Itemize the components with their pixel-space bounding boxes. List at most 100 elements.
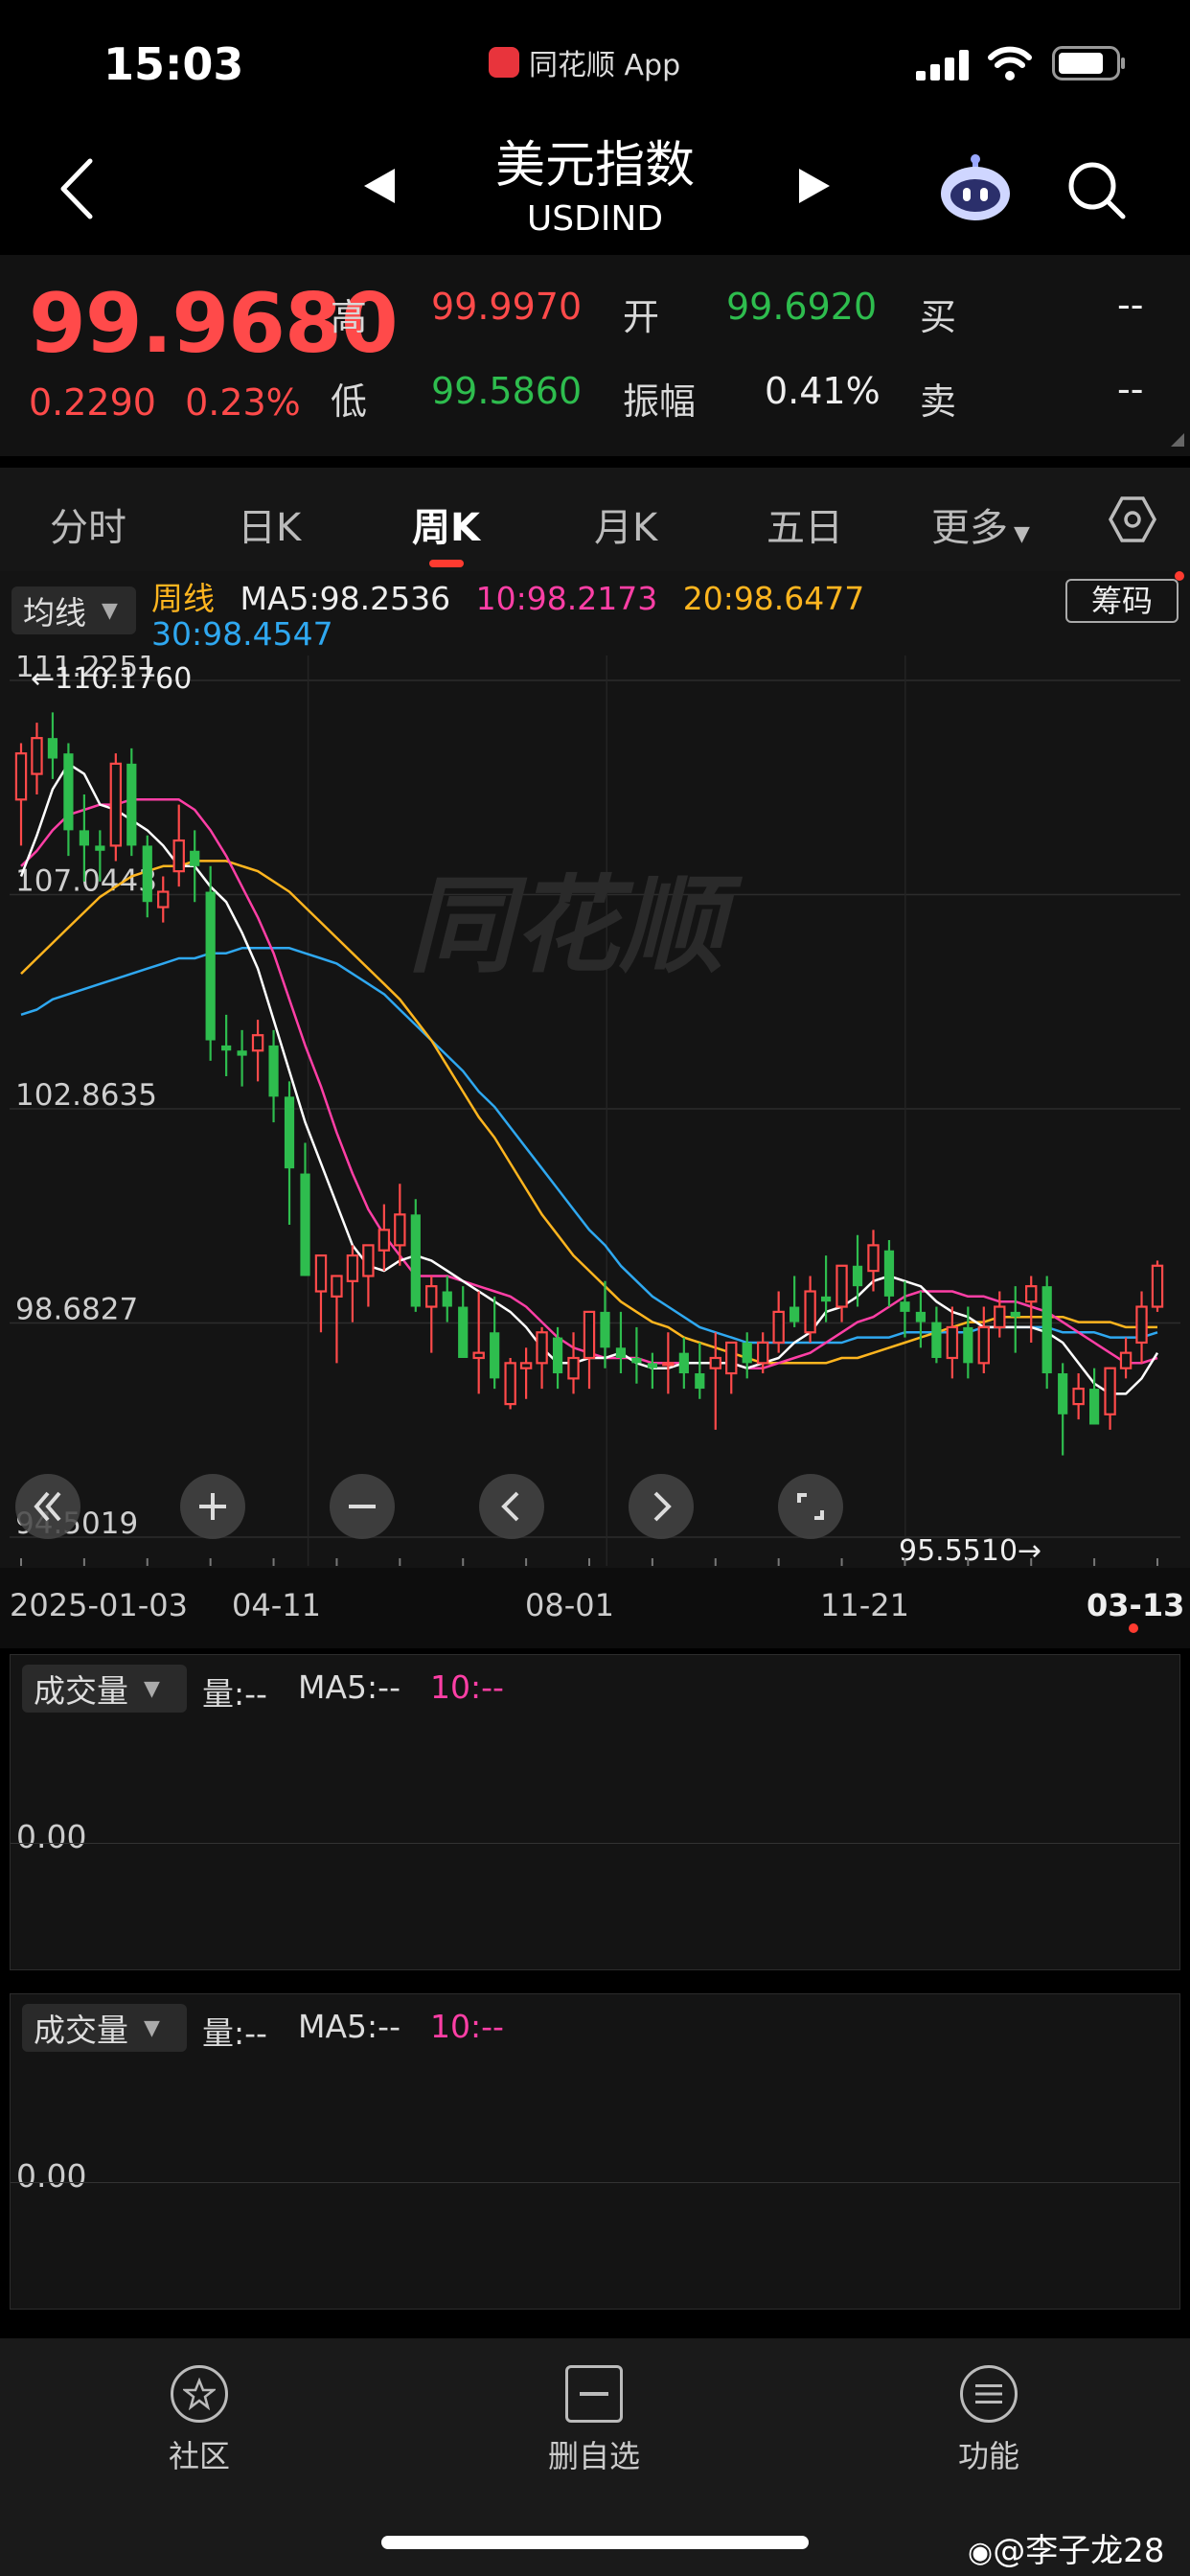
robot-assistant-icon[interactable] [935,150,1016,226]
ma-legend-row-1: 周线 MA5:98.2536 10:98.2173 20:98.6477 [151,573,864,619]
candle-up [977,1325,991,1365]
corner-expand-icon [1171,433,1184,447]
home-indicator[interactable] [381,2536,809,2549]
x-tick-label: 11-21 [820,1587,909,1623]
x-tick-label: 08-01 [525,1587,614,1623]
app-name: 同花顺 App [529,49,681,82]
tab-more-label: 更多 [931,506,1008,550]
candle-down [63,753,74,831]
prev-triangle-icon[interactable] [362,167,397,205]
candle-up [1151,1264,1164,1308]
scroll-right-button[interactable] [627,1472,696,1541]
volume-panel-2[interactable]: 成交量 ▼ 量:-- MA5:-- 10:-- 0.00 [10,1993,1180,2310]
zoom-out-button[interactable] [328,1472,397,1541]
volume-baseline [11,1843,1179,1844]
high-label: 高 [331,296,368,338]
next-triangle-icon[interactable] [797,167,832,205]
candle-down [47,738,58,759]
caret-down-icon: ▼ [102,598,118,623]
nav-community[interactable]: 社区 [113,2365,286,2476]
kline-chart[interactable]: 111.2251107.0443102.863598.682794.5019同花… [10,656,1180,1566]
nav-functions[interactable]: 功能 [903,2365,1075,2476]
candle-up [1072,1387,1085,1406]
min-price-label: 95.5510→ [899,1534,1041,1566]
candle-up [172,839,185,873]
candle-down [647,1363,657,1368]
tab-more[interactable]: 更多 ▼ [931,496,1030,552]
candle-up [331,1275,343,1298]
candle-down [126,763,137,846]
candle-up [835,1264,848,1308]
weibo-watermark: ◉@李子龙28 [968,2524,1164,2571]
app-badge[interactable]: 同花顺 App [489,43,681,82]
period-label: 周线 [151,580,215,617]
zoom-in-button[interactable] [178,1472,247,1541]
x-tick-label: 04-11 [232,1587,321,1623]
candle-up [536,1331,548,1365]
page-title: 美元指数 [494,137,695,195]
nav-functions-label: 功能 [957,2438,1019,2474]
open-label: 开 [623,296,660,338]
candle-up [567,1356,580,1380]
volume-indicator-dropdown[interactable]: 成交量 ▼ [22,2004,187,2052]
candle-up [662,1362,675,1367]
tab-weekly-k[interactable]: 周K [412,496,480,552]
chip-distribution-button[interactable]: 筹码 [1065,579,1179,623]
candle-up [157,890,170,908]
nav-remove-watchlist[interactable]: 删自选 [508,2365,680,2476]
y-tick-label: 102.8635 [15,1078,157,1113]
max-price-label: ←110.1760 [31,662,192,696]
candle-down [410,1214,421,1307]
nav-header: 美元指数 USDIND [0,125,1190,249]
candle-down [742,1342,752,1364]
candle-down [678,1352,689,1374]
tab-five-day[interactable]: 五日 [767,496,843,552]
candle-up [1104,1367,1116,1415]
candle-down [221,1045,232,1051]
candle-up [394,1213,406,1247]
search-icon[interactable] [1065,159,1127,220]
status-time: 15:03 [103,38,244,90]
candle-down [695,1373,705,1390]
latest-date-dot [1129,1623,1138,1633]
candle-down [142,845,152,903]
settings-hexagon-icon[interactable] [1108,494,1157,544]
active-tab-indicator [429,560,464,567]
rewind-button[interactable] [13,1472,82,1541]
signal-icon [916,50,969,80]
volume-indicator-label: 成交量 [34,2012,128,2049]
candle-up [504,1362,516,1406]
ma-selector-dropdown[interactable]: 均线 ▼ [11,586,136,634]
battery-icon [1052,46,1125,80]
candle-down [300,1173,310,1276]
amplitude-value: 0.41% [765,370,881,412]
candle-down [963,1326,973,1364]
tab-intraday[interactable]: 分时 [50,496,126,552]
nav-community-label: 社区 [168,2438,230,2474]
quote-panel: 99.9680 0.2290 0.23% 高 99.9970 低 99.5860… [0,255,1190,456]
candle-up [994,1305,1006,1329]
candle-down [237,1050,247,1056]
menu-icon [960,2365,1018,2423]
caret-down-icon: ▼ [144,2015,160,2040]
low-value: 99.5860 [431,370,583,412]
tab-monthly-k[interactable]: 月K [594,496,657,552]
candle-down [205,891,216,1041]
candle-up [425,1285,438,1308]
candle-down [268,1045,279,1097]
candle-down [190,850,200,866]
volume-panel-1[interactable]: 成交量 ▼ 量:-- MA5:-- 10:-- 0.00 [10,1654,1180,1970]
scroll-left-button[interactable] [477,1472,546,1541]
candle-up [251,1034,264,1052]
open-value: 99.6920 [726,286,878,328]
volume-indicator-label: 成交量 [34,1672,128,1710]
back-chevron-icon[interactable] [57,157,96,220]
volume-indicator-dropdown[interactable]: 成交量 ▼ [22,1665,187,1713]
tab-daily-k[interactable]: 日K [238,496,301,552]
caret-down-icon: ▼ [1014,522,1030,546]
fullscreen-button[interactable] [776,1472,845,1541]
buy-label: 买 [920,296,957,338]
candle-down [900,1301,910,1312]
candle-down [1041,1286,1052,1374]
candle-down [615,1347,627,1358]
